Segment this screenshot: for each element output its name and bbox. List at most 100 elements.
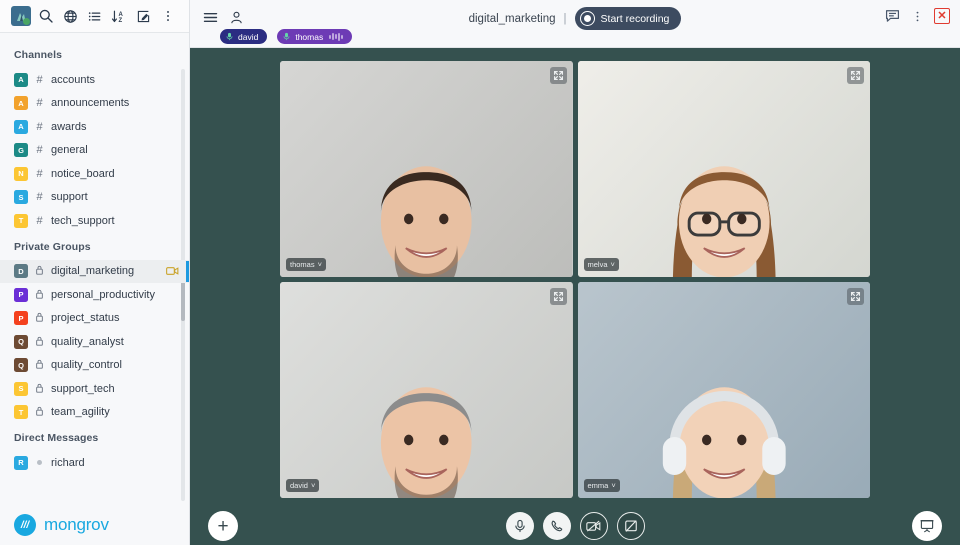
video-tile-emma[interactable]: emma ˅: [577, 282, 870, 498]
chevron-down-icon: ˅: [610, 260, 615, 269]
avatar: T: [14, 213, 28, 228]
list-icon[interactable]: [82, 3, 106, 29]
participant-chips: david thomas: [220, 29, 352, 44]
app-logo[interactable]: [9, 3, 33, 29]
hash-icon: #: [36, 120, 43, 133]
call-title-group: digital_marketing | Start recording: [190, 7, 960, 30]
sidebar-item-general[interactable]: G # general: [0, 139, 189, 163]
add-participant-button[interactable]: +: [208, 511, 238, 541]
presence-indicator: [37, 460, 42, 466]
sidebar-list[interactable]: Channels A # accounts A # announcements A # award…: [0, 33, 189, 505]
sidebar-item-awards[interactable]: A # awards: [0, 115, 189, 139]
globe-icon[interactable]: [58, 3, 82, 29]
participant-chip-thomas[interactable]: thomas: [277, 29, 352, 44]
avatar: A: [14, 96, 28, 111]
sidebar-item-digital_marketing[interactable]: Ddigital_marketing: [0, 259, 189, 283]
avatar: S: [14, 190, 28, 205]
participant-chip-david[interactable]: david: [220, 29, 268, 44]
lock-icon: [35, 383, 44, 395]
sidebar-item-quality_analyst[interactable]: Qquality_analyst: [0, 330, 189, 354]
sidebar-item-quality_control[interactable]: Qquality_control: [0, 354, 189, 378]
sidebar-item-label: quality_analyst: [51, 335, 124, 348]
room-title: digital_marketing: [468, 12, 556, 25]
brand-mark-icon: ///: [14, 514, 36, 536]
sidebar-section-title: Private Groups: [14, 240, 91, 253]
avatar: Q: [14, 334, 28, 349]
call-controls: +: [190, 498, 960, 545]
record-label: Start recording: [600, 12, 670, 25]
sidebar-item-tech_support[interactable]: T # tech_support: [0, 209, 189, 233]
sidebar-item-support[interactable]: S # support: [0, 186, 189, 210]
sidebar-item-personal_productivity[interactable]: Ppersonal_productivity: [0, 283, 189, 307]
expand-icon[interactable]: [847, 67, 864, 84]
video-tile-thomas[interactable]: thomas ˅: [280, 61, 573, 277]
hash-icon: #: [36, 97, 43, 110]
tile-name-menu[interactable]: emma ˅: [583, 479, 620, 492]
avatar: P: [14, 311, 28, 326]
chat-bubble-icon[interactable]: [884, 8, 901, 24]
sidebar-section-title: Direct Messages: [14, 432, 99, 444]
expand-icon[interactable]: [847, 288, 864, 305]
avatar: N: [14, 166, 28, 181]
avatar: P: [14, 287, 28, 302]
call-topbar: david thomas digital_marketing | Start re…: [190, 0, 960, 48]
video-stage: thomas ˅ melva ˅ david ˅ emma ˅: [190, 48, 960, 498]
sidebar-item-label: project_status: [51, 312, 120, 325]
more-vertical-icon[interactable]: [911, 9, 924, 24]
screenshare-button[interactable]: [616, 512, 645, 540]
tile-name-menu[interactable]: melva ˅: [583, 258, 619, 271]
mic-icon: [224, 32, 234, 42]
start-recording-button[interactable]: Start recording: [574, 7, 682, 30]
sidebar-item-label: awards: [51, 120, 87, 133]
call-control-buttons: [505, 512, 645, 540]
person-icon[interactable]: [229, 10, 244, 25]
hash-icon: #: [36, 144, 43, 157]
presentation-button[interactable]: [912, 511, 942, 541]
avatar: A: [14, 119, 28, 134]
avatar: Q: [14, 358, 28, 373]
lock-icon: [35, 289, 44, 301]
expand-icon[interactable]: [549, 67, 567, 84]
sidebar-item-support_tech[interactable]: Ssupport_tech: [0, 377, 189, 401]
sidebar-item-label: personal_productivity: [51, 288, 155, 301]
sidebar-item-team_agility[interactable]: Tteam_agility: [0, 401, 189, 425]
sidebar-item-project_status[interactable]: Pproject_status: [0, 307, 189, 331]
camera-button[interactable]: [579, 512, 608, 540]
sort-icon[interactable]: A Z: [107, 3, 131, 29]
avatar: S: [14, 381, 28, 396]
avatar: R: [14, 455, 28, 470]
close-call-button[interactable]: ✕: [934, 8, 950, 24]
chevron-down-icon: ˅: [310, 481, 316, 490]
sidebar-brand: /// mongrov: [0, 505, 189, 545]
sidebar-item-accounts[interactable]: A # accounts: [0, 68, 189, 92]
sidebar: A Z Channels A # accounts A # announcements A # a…: [0, 0, 190, 545]
hamburger-icon[interactable]: [202, 9, 219, 26]
video-tile-david[interactable]: david ˅: [280, 282, 573, 498]
video-icon[interactable]: [166, 266, 179, 276]
tile-name: david: [290, 481, 308, 490]
more-vertical-icon[interactable]: [156, 3, 180, 29]
video-tile-melva[interactable]: melva ˅: [577, 61, 870, 277]
chevron-down-icon: ˅: [317, 260, 322, 269]
svg-text:A: A: [119, 11, 124, 17]
tile-name-menu[interactable]: david ˅: [286, 479, 320, 492]
sidebar-item-announcements[interactable]: A # announcements: [0, 92, 189, 116]
phone-button[interactable]: [542, 512, 571, 540]
tile-name: emma: [587, 481, 609, 490]
search-icon[interactable]: [33, 3, 57, 29]
sidebar-item-label: tech_support: [51, 214, 115, 227]
sidebar-item-notice_board[interactable]: N # notice_board: [0, 162, 189, 186]
sidebar-item-richard[interactable]: Rrichard: [0, 451, 189, 475]
hash-icon: #: [36, 167, 43, 180]
compose-icon[interactable]: [131, 3, 155, 29]
expand-icon[interactable]: [549, 288, 567, 305]
microphone-button[interactable]: [505, 512, 534, 540]
avatar: G: [14, 143, 28, 158]
main-area: david thomas digital_marketing | Start re…: [190, 0, 960, 545]
tile-name-menu[interactable]: thomas ˅: [286, 258, 326, 271]
participant-name: thomas: [295, 31, 324, 42]
participant-video: [280, 282, 573, 498]
sidebar-item-label: quality_control: [51, 359, 122, 372]
sidebar-section-title: Channels: [14, 49, 63, 61]
speaking-indicator: [329, 32, 343, 41]
